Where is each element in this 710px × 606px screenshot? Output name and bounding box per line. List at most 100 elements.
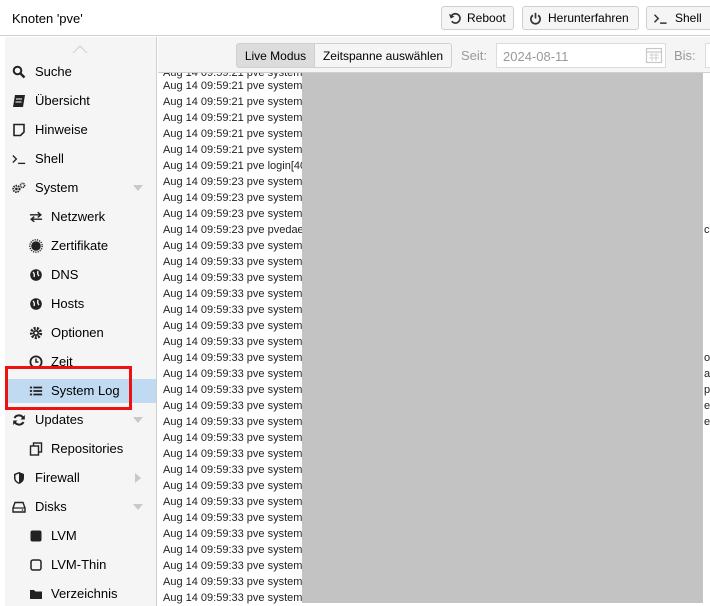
sidebar-item-label: Shell xyxy=(35,151,64,166)
sidebar-item-label: Optionen xyxy=(51,325,104,340)
sidebar-item-label: Hosts xyxy=(51,296,85,311)
log-line: Aug 14 09:59:21 pve system xyxy=(163,112,303,124)
log-line: Aug 14 09:59:33 pve system xyxy=(163,544,303,556)
log-line: Aug 14 09:59:33 pve system xyxy=(163,352,303,364)
sidebar-item-label: Updates xyxy=(35,412,84,427)
log-line: Aug 14 09:59:21 pve login[40 xyxy=(163,160,307,172)
shell-label: Shell xyxy=(675,11,702,25)
gear-icon xyxy=(29,326,43,340)
sidebar-item-shell[interactable]: Shell xyxy=(5,147,156,171)
log-line: Aug 14 09:59:33 pve system xyxy=(163,288,303,300)
node-sidebar: Suche Übersicht Hinweise Shell System Ne… xyxy=(5,37,157,606)
sidebar-item-hosts[interactable]: Hosts xyxy=(5,292,156,316)
terminal-icon xyxy=(12,152,26,166)
sidebar-item-updates[interactable]: Updates xyxy=(5,408,156,432)
globe-icon xyxy=(29,297,43,311)
log-line: Aug 14 09:59:33 pve system xyxy=(163,416,303,428)
search-icon xyxy=(12,65,26,79)
sidebar-item-label: DNS xyxy=(51,267,79,282)
log-line-tail: cs xyxy=(704,224,710,236)
sidebar-item-verzeichnis[interactable]: Verzeichnis xyxy=(5,582,156,606)
live-mode-button[interactable]: Live Modus xyxy=(236,43,315,68)
sidebar-item-repositories[interactable]: Repositories xyxy=(5,437,156,461)
shutdown-button[interactable]: Herunterfahren xyxy=(522,6,639,30)
sidebar-item-firewall[interactable]: Firewall xyxy=(5,466,156,490)
shell-button[interactable]: Shell xyxy=(646,6,710,30)
note-icon xyxy=(12,123,26,137)
undo-icon xyxy=(448,12,461,24)
log-line-tail: o xyxy=(704,352,710,364)
log-line: Aug 14 09:59:33 pve system xyxy=(163,272,303,284)
sidebar-item-lvm[interactable]: LVM xyxy=(5,524,156,548)
sidebar-item-optionen[interactable]: Optionen xyxy=(5,321,156,345)
certificate-icon xyxy=(29,239,43,253)
log-line: Aug 14 09:59:33 pve system xyxy=(163,240,303,252)
since-label: Seit: xyxy=(461,48,488,63)
book-icon xyxy=(12,94,26,108)
redacted-region xyxy=(302,73,703,603)
sidebar-item-label: Zertifikate xyxy=(51,238,109,253)
square-outline-icon xyxy=(29,558,43,572)
log-line-tail: p xyxy=(704,384,710,396)
log-line: Aug 14 09:59:21 pve system xyxy=(163,128,303,140)
scroll-up-icon[interactable] xyxy=(72,44,88,54)
sidebar-item-label: Repositories xyxy=(51,441,124,456)
log-line: Aug 14 09:59:33 pve system xyxy=(163,336,303,348)
sidebar-item-zeit[interactable]: Zeit xyxy=(5,350,156,374)
sidebar-item-label: Verzeichnis xyxy=(51,586,118,601)
hdd-icon xyxy=(12,500,26,514)
reboot-label: Reboot xyxy=(467,11,506,25)
sidebar-item-label: Übersicht xyxy=(35,93,90,108)
log-line: Aug 14 09:59:33 pve system xyxy=(163,592,303,604)
collapse-icon[interactable] xyxy=(133,504,143,510)
expand-icon[interactable] xyxy=(135,473,141,483)
log-line: Aug 14 09:59:23 pve system xyxy=(163,176,303,188)
sidebar-item-suche[interactable]: Suche xyxy=(5,60,156,84)
sidebar-item-zertifikate[interactable]: Zertifikate xyxy=(5,234,156,258)
collapse-icon[interactable] xyxy=(133,417,143,423)
sidebar-item-system[interactable]: System xyxy=(5,176,156,200)
log-line: Aug 14 09:59:33 pve system xyxy=(163,512,303,524)
sidebar-item-system-log[interactable]: System Log xyxy=(5,379,156,403)
page-title: Knoten 'pve' xyxy=(12,11,83,26)
sidebar-item-hinweise[interactable]: Hinweise xyxy=(5,118,156,142)
log-line: Aug 14 09:59:21 pve system xyxy=(163,96,303,108)
globe-icon xyxy=(29,268,43,282)
exchange-icon xyxy=(29,210,43,224)
collapse-icon[interactable] xyxy=(133,185,143,191)
log-line: Aug 14 09:59:33 pve system xyxy=(163,496,303,508)
log-line: Aug 14 09:59:33 pve system xyxy=(163,368,303,380)
sidebar-item-label: Netzwerk xyxy=(51,209,106,224)
sidebar-item-lvm-thin[interactable]: LVM-Thin xyxy=(5,553,156,577)
log-view[interactable]: Aug 14 09:59:21 pve system Aug 14 09:59:2… xyxy=(158,73,710,606)
shutdown-label: Herunterfahren xyxy=(548,11,629,25)
sidebar-item-uebersicht[interactable]: Übersicht xyxy=(5,89,156,113)
sidebar-item-label: LVM xyxy=(51,528,77,543)
log-toolbar: Live Modus Zeitspanne auswählen Seit: 20… xyxy=(158,37,710,73)
reboot-button[interactable]: Reboot xyxy=(441,6,514,30)
sidebar-item-label: Disks xyxy=(35,499,67,514)
calendar-icon[interactable] xyxy=(645,46,663,64)
log-line: Aug 14 09:59:23 pve system xyxy=(163,208,303,220)
since-date-field[interactable]: 2024-08-11 xyxy=(496,43,666,68)
sidebar-item-label: Suche xyxy=(35,64,72,79)
log-line: Aug 14 09:59:23 pve pvedae xyxy=(163,224,304,236)
sidebar-item-label: System xyxy=(35,180,79,195)
sidebar-item-netzwerk[interactable]: Netzwerk xyxy=(5,205,156,229)
until-date-field[interactable] xyxy=(705,43,710,68)
square-icon xyxy=(29,529,43,543)
sidebar-item-label: LVM-Thin xyxy=(51,557,107,572)
sidebar-item-dns[interactable]: DNS xyxy=(5,263,156,287)
node-header: Knoten 'pve' Reboot Herunterfahren Shell xyxy=(0,0,710,36)
log-line: Aug 14 09:59:33 pve system xyxy=(163,560,303,572)
refresh-icon xyxy=(12,413,26,427)
power-icon xyxy=(530,12,541,25)
log-line: Aug 14 09:59:21 pve system xyxy=(163,80,303,92)
log-line: Aug 14 09:59:33 pve system xyxy=(163,448,303,460)
select-timespan-button[interactable]: Zeitspanne auswählen xyxy=(315,43,452,68)
clock-icon xyxy=(29,355,43,369)
sidebar-item-disks[interactable]: Disks xyxy=(5,495,156,519)
log-line: Aug 14 09:59:23 pve system xyxy=(163,192,303,204)
log-line: Aug 14 09:59:33 pve system xyxy=(163,432,303,444)
terminal-icon xyxy=(653,13,667,24)
